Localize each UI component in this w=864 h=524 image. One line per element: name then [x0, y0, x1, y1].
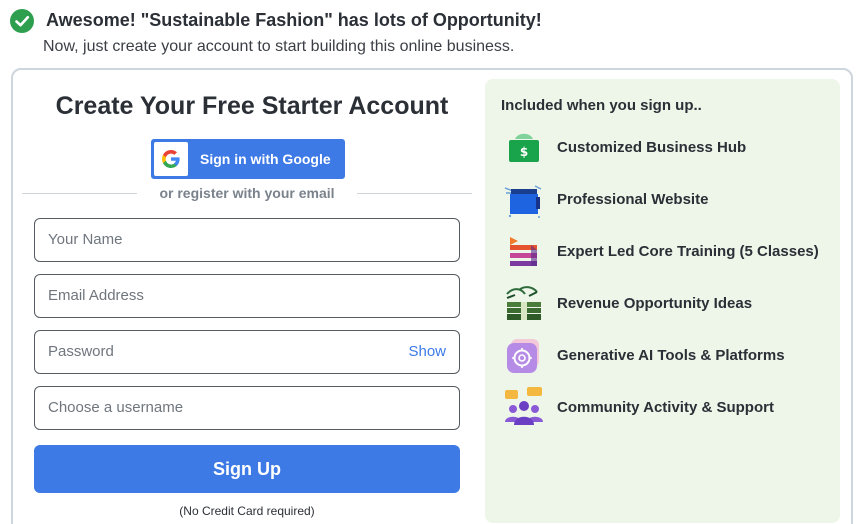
- perk-item: $ Customized Business Hub: [501, 126, 831, 172]
- show-password-toggle[interactable]: Show: [408, 343, 446, 360]
- perk-item: Revenue Opportunity Ideas: [501, 282, 831, 328]
- ai-tools-icon: [501, 334, 547, 380]
- perk-label: Customized Business Hub: [557, 139, 747, 156]
- perks-panel: Included when you sign up.. $ Customized…: [485, 79, 840, 523]
- google-signin-label: Sign in with Google: [200, 151, 331, 167]
- perk-item: Expert Led Core Training (5 Classes): [501, 230, 831, 276]
- form-title: Create Your Free Starter Account: [55, 92, 449, 120]
- perk-item: Generative AI Tools & Platforms: [501, 334, 831, 380]
- name-field[interactable]: [34, 218, 460, 262]
- perk-label: Revenue Opportunity Ideas: [557, 295, 753, 312]
- perk-item: Professional Website: [501, 178, 831, 224]
- username-field[interactable]: [34, 386, 460, 430]
- signup-card: Create Your Free Starter Account Sign in…: [11, 68, 853, 524]
- check-circle-icon: [10, 9, 34, 33]
- google-logo-icon: [154, 142, 188, 176]
- success-banner: Awesome! "Sustainable Fashion" has lots …: [10, 8, 850, 60]
- website-icon: [501, 178, 547, 224]
- no-credit-card-note: (No Credit Card required): [179, 504, 315, 518]
- perk-label: Professional Website: [557, 191, 709, 208]
- divider-left: [22, 193, 137, 194]
- password-field[interactable]: Show: [34, 330, 460, 374]
- training-icon: [501, 230, 547, 276]
- perk-label: Community Activity & Support: [557, 399, 774, 416]
- svg-text:$: $: [520, 145, 528, 159]
- password-input[interactable]: [48, 331, 378, 372]
- divider-right: [357, 193, 472, 194]
- email-field[interactable]: [34, 274, 460, 318]
- perk-label: Expert Led Core Training (5 Classes): [557, 243, 819, 260]
- username-input[interactable]: [48, 387, 378, 428]
- name-input[interactable]: [48, 219, 378, 260]
- revenue-icon: [501, 282, 547, 328]
- money-hub-icon: $: [501, 126, 547, 172]
- divider-text: or register with your email: [159, 185, 335, 201]
- community-icon: [501, 386, 547, 432]
- perk-label: Generative AI Tools & Platforms: [557, 347, 785, 364]
- banner-subtitle: Now, just create your account to start b…: [43, 38, 515, 55]
- perks-title: Included when you sign up..: [501, 97, 702, 114]
- google-signin-button[interactable]: Sign in with Google: [151, 139, 345, 179]
- sign-up-button[interactable]: Sign Up: [34, 445, 460, 493]
- email-input[interactable]: [48, 275, 378, 316]
- banner-title: Awesome! "Sustainable Fashion" has lots …: [46, 10, 542, 30]
- perk-item: Community Activity & Support: [501, 386, 831, 432]
